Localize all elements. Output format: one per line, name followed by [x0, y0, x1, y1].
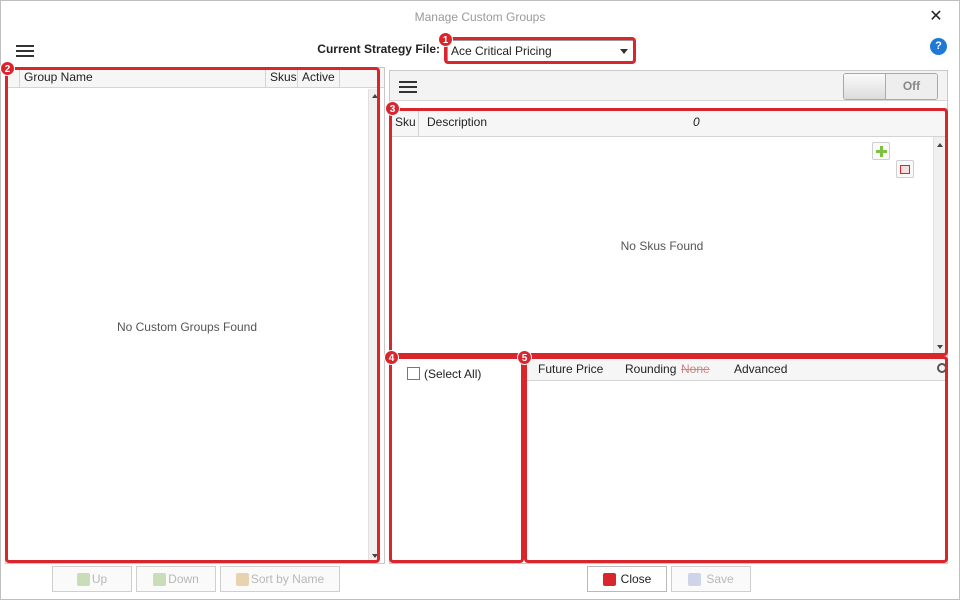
left-hamburger-icon[interactable] [15, 42, 35, 58]
sort-az-icon [235, 572, 249, 586]
badge-4: 4 [384, 350, 399, 365]
help-icon[interactable]: ? [930, 38, 947, 55]
right-hamburger-icon[interactable] [398, 78, 418, 94]
badge-1: 1 [438, 32, 453, 47]
annotation-box-3 [389, 108, 948, 356]
close-icon[interactable]: ✕ [922, 6, 950, 28]
badge-2: 2 [0, 61, 15, 76]
close-label: Close [620, 572, 652, 586]
move-down-button[interactable]: Down [136, 566, 216, 592]
move-down-label: Down [168, 572, 199, 586]
annotation-box-2 [5, 67, 380, 563]
toggle-knob [844, 74, 886, 99]
down-arrow-icon [153, 572, 167, 586]
annotation-box-4 [389, 356, 524, 563]
save-icon [688, 572, 702, 586]
toggle-label: Off [886, 74, 937, 99]
sort-by-name-button[interactable]: Sort by Name [220, 566, 340, 592]
annotation-box-5 [524, 356, 948, 563]
badge-3: 3 [385, 101, 400, 116]
annotation-box-1 [444, 37, 636, 64]
strategy-label: Current Strategy File: [317, 42, 440, 56]
move-up-button[interactable]: Up [52, 566, 132, 592]
close-button[interactable]: Close [587, 566, 667, 592]
save-label: Save [706, 572, 734, 586]
close-x-icon [602, 572, 616, 586]
window-title: Manage Custom Groups [414, 10, 546, 24]
badge-5: 5 [517, 350, 532, 365]
sort-by-name-label: Sort by Name [250, 572, 325, 586]
off-toggle[interactable]: Off [843, 73, 938, 100]
up-arrow-icon [76, 572, 90, 586]
move-up-label: Up [91, 572, 108, 586]
save-button[interactable]: Save [671, 566, 751, 592]
